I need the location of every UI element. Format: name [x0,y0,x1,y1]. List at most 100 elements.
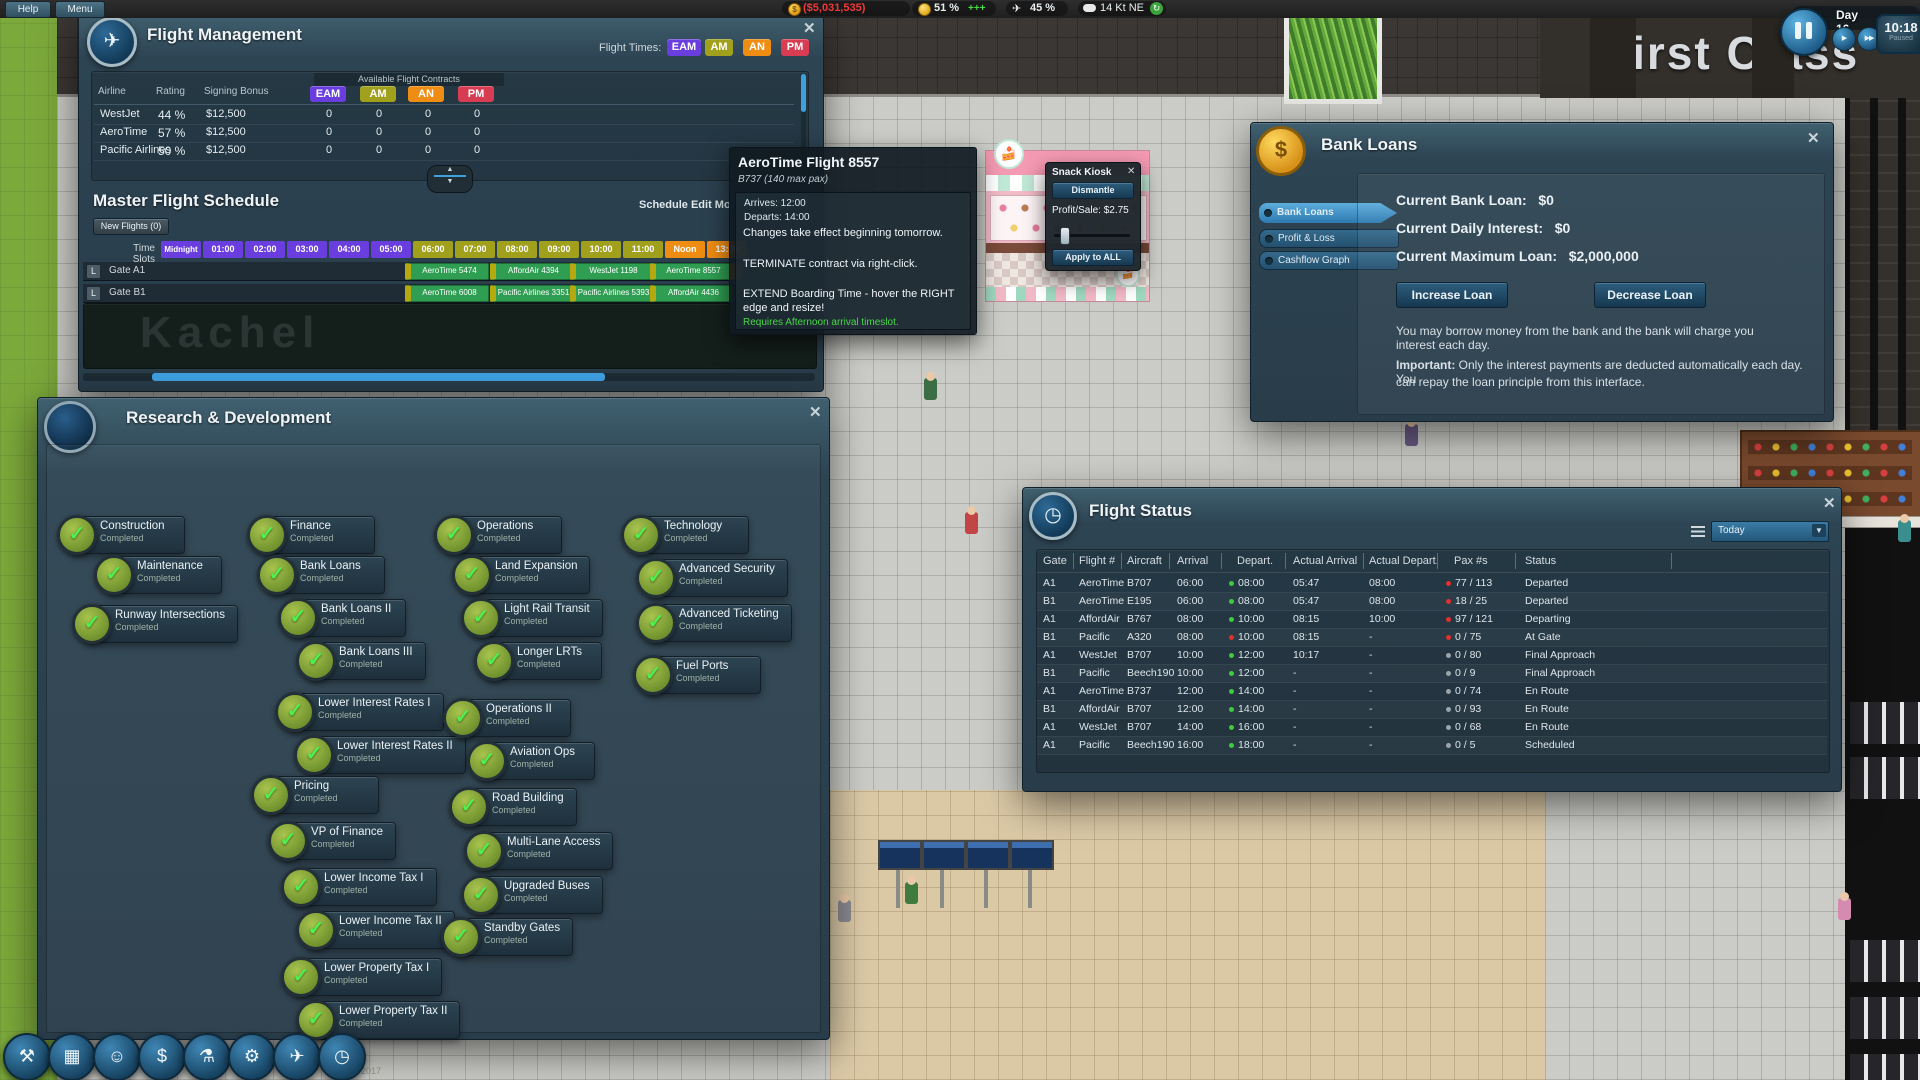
scroll-up-icon[interactable]: ▲ [428,166,472,174]
flight-block[interactable]: WestJet 1198 [570,263,652,280]
dismantle-button[interactable]: Dismantle [1052,182,1134,199]
chevron-down-icon[interactable]: ▼ [1812,524,1826,537]
col-pax-#s[interactable]: Pax #s [1454,555,1488,567]
scroll-down-icon[interactable]: ▼ [428,178,472,186]
research-node-advanced-security[interactable]: ✓Advanced SecurityCompleted [650,559,788,597]
research-node-construction[interactable]: ✓ConstructionCompleted [71,516,185,554]
schedule-hscrollbar[interactable] [83,373,815,381]
flights-airplane-icon[interactable]: ✈ [273,1033,321,1080]
flight-status-row[interactable]: A1AeroTimeB70706:0008:0005:4708:0077 / 1… [1037,574,1827,593]
gate-lock-button[interactable]: L [86,286,101,301]
flight-status-row[interactable]: A1WestJetB70714:0016:00--0 / 68En Route [1037,718,1827,737]
contract-count[interactable]: 0 [410,108,446,120]
research-node-bank-loans-ii[interactable]: ✓Bank Loans IICompleted [292,599,406,637]
filter-icon[interactable] [1691,526,1705,537]
flight-status-clock-icon[interactable]: ◷ [318,1033,366,1080]
flight-time-badge-am[interactable]: AM [705,39,733,56]
research-flask-icon[interactable]: ⚗ [183,1033,231,1080]
contract-count[interactable]: 0 [311,126,347,138]
apply-to-all-button[interactable]: Apply to ALL [1052,249,1134,266]
decrease-loan-button[interactable]: Decrease Loan [1594,282,1706,308]
close-icon[interactable]: ✕ [1823,494,1836,512]
contract-count[interactable]: 0 [459,108,495,120]
contract-count[interactable]: 0 [410,144,446,156]
bank-loans-window[interactable]: $ Bank Loans ✕ Bank LoansProfit & LossCa… [1250,122,1834,422]
airline-row[interactable]: AeroTime57 %$12,5000000 [94,124,794,143]
research-node-standby-gates[interactable]: ✓Standby GatesCompleted [455,918,573,956]
flight-status-row[interactable]: A1AffordAirB76708:0010:0008:1510:0097 / … [1037,610,1827,629]
time-slot-02:00[interactable]: 02:00 [245,241,285,258]
flight-time-badge-eam[interactable]: EAM [667,39,701,56]
research-node-bank-loans[interactable]: ✓Bank LoansCompleted [271,556,385,594]
new-flights-button[interactable]: New Flights (0) [93,218,169,235]
research-node-upgraded-buses[interactable]: ✓Upgraded BusesCompleted [475,876,603,914]
flight-time-badge-an[interactable]: AN [743,39,771,56]
contract-count[interactable]: 0 [311,144,347,156]
research-node-finance[interactable]: ✓FinanceCompleted [261,516,375,554]
flight-block[interactable]: Pacific Airlines 5393 [570,285,652,302]
staff-person-icon[interactable]: ☺ [93,1033,141,1080]
time-slot-03:00[interactable]: 03:00 [287,241,327,258]
research-node-lower-income-tax-i[interactable]: ✓Lower Income Tax ICompleted [295,868,437,906]
research-node-advanced-ticketing[interactable]: ✓Advanced TicketingCompleted [650,604,792,642]
col-depart-[interactable]: Depart. [1237,555,1273,567]
research-node-operations-ii[interactable]: ✓Operations IICompleted [457,699,571,737]
table-scroll-arrows[interactable]: ▲ ▼ [427,165,473,193]
research-node-technology[interactable]: ✓TechnologyCompleted [635,516,749,554]
research-node-maintenance[interactable]: ✓MaintenanceCompleted [108,556,222,594]
flight-block[interactable]: Pacific Airlines 3351 [490,285,572,302]
airline-row[interactable]: WestJet44 %$12,5000000 [94,106,794,125]
contract-count[interactable]: 0 [311,108,347,120]
col-aircraft[interactable]: Aircraft [1127,555,1162,567]
flight-block[interactable]: AffordAir 4394 [490,263,572,280]
time-slot-01:00[interactable]: 01:00 [203,241,243,258]
pause-button[interactable] [1780,8,1828,56]
close-icon[interactable]: ✕ [809,403,822,421]
research-node-operations[interactable]: ✓OperationsCompleted [448,516,562,554]
time-slot-06:00[interactable]: 06:00 [413,241,453,258]
flight-status-row[interactable]: B1AffordAirB70712:0014:00--0 / 93En Rout… [1037,700,1827,719]
time-slot-noon[interactable]: Noon [665,241,705,258]
flight-status-row[interactable]: A1WestJetB70710:0012:0010:17-0 / 80Final… [1037,646,1827,665]
profit-slider-handle[interactable] [1060,227,1070,245]
zones-grid-icon[interactable]: ▦ [48,1033,96,1080]
contract-count[interactable]: 0 [361,126,397,138]
flight-block[interactable]: AeroTime 8557 [650,263,732,280]
research-node-lower-interest-rates-ii[interactable]: ✓Lower Interest Rates IICompleted [308,736,466,774]
research-node-bank-loans-iii[interactable]: ✓Bank Loans IIICompleted [310,642,426,680]
flight-block[interactable]: AeroTime 5474 [405,263,489,280]
flight-time-badge-pm[interactable]: PM [781,39,809,56]
contract-count[interactable]: 0 [361,144,397,156]
research-development-window[interactable]: Research & Development ✕ ✓ConstructionCo… [37,397,830,1040]
col-flight-#[interactable]: Flight # [1079,555,1115,567]
flight-block[interactable]: AeroTime 6008 [405,285,489,302]
research-node-longer-lrts[interactable]: ✓Longer LRTsCompleted [488,642,602,680]
col-actual-depart-[interactable]: Actual Depart. [1369,555,1439,567]
col-status[interactable]: Status [1525,555,1556,567]
research-node-lower-property-tax-i[interactable]: ✓Lower Property Tax ICompleted [295,958,442,996]
flight-status-row[interactable]: B1AeroTimeE19506:0008:0005:4708:0018 / 2… [1037,592,1827,611]
time-slot-09:00[interactable]: 09:00 [539,241,579,258]
research-node-pricing[interactable]: ✓PricingCompleted [265,776,379,814]
contract-count[interactable]: 0 [459,126,495,138]
contract-count[interactable]: 0 [361,108,397,120]
contract-count[interactable]: 0 [459,144,495,156]
time-slot-10:00[interactable]: 10:00 [581,241,621,258]
time-slot-04:00[interactable]: 04:00 [329,241,369,258]
research-node-runway-intersections[interactable]: ✓Runway IntersectionsCompleted [86,605,238,643]
increase-loan-button[interactable]: Increase Loan [1396,282,1508,308]
time-slot-05:00[interactable]: 05:00 [371,241,411,258]
research-node-land-expansion[interactable]: ✓Land ExpansionCompleted [466,556,590,594]
build-hammer-icon[interactable]: ⚒ [3,1033,51,1080]
help-button[interactable]: Help [5,1,51,18]
research-node-lower-interest-rates-i[interactable]: ✓Lower Interest Rates ICompleted [289,693,444,731]
col-arrival[interactable]: Arrival [1177,555,1208,567]
research-node-vp-of-finance[interactable]: ✓VP of FinanceCompleted [282,822,396,860]
flight-status-row[interactable]: A1AeroTimeB73712:0014:00--0 / 74En Route [1037,682,1827,701]
close-icon[interactable]: ✕ [1127,166,1135,177]
col-gate[interactable]: Gate [1043,555,1067,567]
flight-status-row[interactable]: A1PacificBeech19016:0018:00--0 / 5Schedu… [1037,736,1827,755]
close-icon[interactable]: ✕ [803,19,816,37]
research-node-road-building[interactable]: ✓Road BuildingCompleted [463,788,577,826]
gate-lock-button[interactable]: L [86,264,101,279]
